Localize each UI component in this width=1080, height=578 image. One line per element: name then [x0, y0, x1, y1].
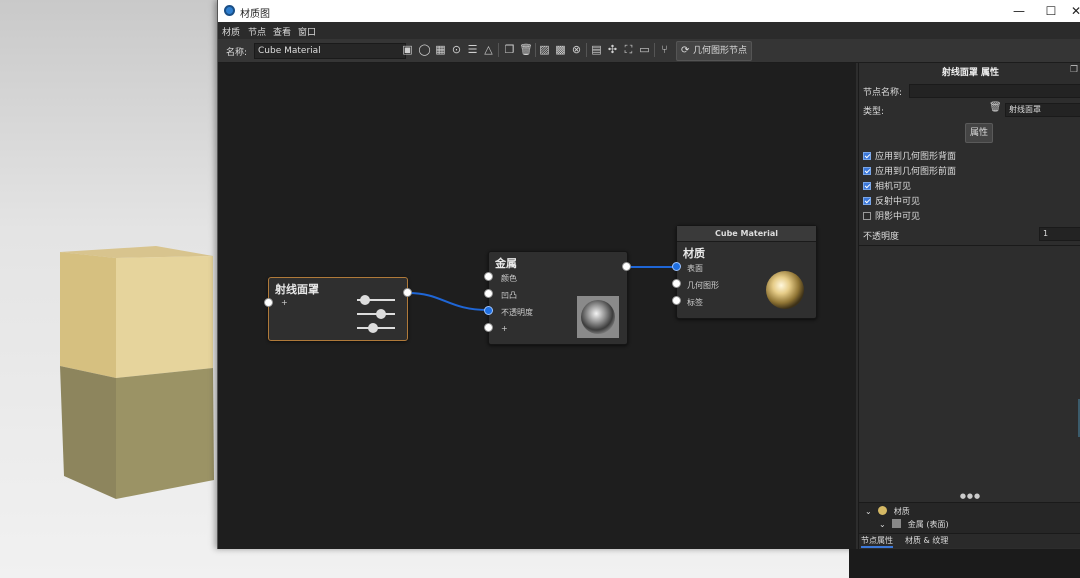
- node-title: 射线面罩: [275, 283, 319, 296]
- sliders-icon: [357, 295, 395, 333]
- port-label: +: [281, 298, 288, 307]
- metal-port-color[interactable]: [484, 272, 493, 281]
- sphere-preview-icon[interactable]: ◯: [418, 43, 431, 56]
- ray-switch-node[interactable]: 射线面罩 +: [268, 277, 408, 341]
- tree-item-material[interactable]: ⌄ 材质: [865, 506, 910, 517]
- minimize-button[interactable]: —: [1005, 2, 1033, 20]
- checkbox-back-faces[interactable]: 应用到几何图形背面: [863, 149, 956, 163]
- checkbox-icon: [863, 167, 871, 175]
- menu-material[interactable]: 材质: [222, 25, 240, 38]
- center-icon[interactable]: ✣: [606, 43, 619, 56]
- type-field[interactable]: 射线面罩: [1005, 103, 1080, 117]
- sliders-icon[interactable]: ☰: [466, 43, 479, 56]
- tab-material-textures[interactable]: 材质 & 纹理: [905, 535, 948, 546]
- checkbox-camera-visible[interactable]: 相机可见: [863, 179, 911, 193]
- port-surface-label: 表面: [687, 264, 703, 273]
- port-bump-label: 凹凸: [501, 291, 517, 300]
- image-icon[interactable]: ▭: [638, 43, 651, 56]
- node-title: 金属: [495, 257, 517, 270]
- warning-icon[interactable]: △: [482, 43, 495, 56]
- node-name-label: 节点名称:: [863, 88, 903, 98]
- menu-node[interactable]: 节点: [248, 25, 266, 38]
- port-opacity-label: 不透明度: [501, 308, 533, 317]
- checker-icon[interactable]: ▦: [434, 43, 447, 56]
- shader-ball-icon[interactable]: ⊗: [570, 43, 583, 56]
- port-label-label: 标签: [687, 298, 703, 307]
- cube-material-node[interactable]: Cube Material 材质 表面 几何图形 标签: [676, 225, 817, 319]
- delete-node-icon[interactable]: ▨: [538, 43, 551, 56]
- node-header: Cube Material: [677, 226, 816, 242]
- opacity-field[interactable]: 1: [1039, 227, 1080, 241]
- metal-thumb-icon: [892, 519, 902, 528]
- geometry-node-button[interactable]: ⟳ 几何图形节点: [676, 41, 752, 61]
- checkbox-front-faces[interactable]: 应用到几何图形前面: [863, 164, 956, 178]
- save-icon[interactable]: ▣: [401, 43, 414, 56]
- material-port-label[interactable]: [672, 296, 681, 305]
- material-name-input[interactable]: [254, 43, 406, 59]
- node-name-field[interactable]: [909, 84, 1080, 98]
- material-graph-window: 材质图 — ☐ ✕ 材质 节点 查看 窗口 名称: ▣ ◯ ▦ ⊙ ☰ △ ❐ …: [217, 0, 1080, 549]
- checkbox-reflection-visible[interactable]: 反射中可见: [863, 194, 920, 208]
- checkbox-icon: [863, 152, 871, 160]
- tab-node-properties[interactable]: 节点属性: [861, 535, 893, 548]
- ray-switch-output-port[interactable]: [403, 288, 412, 297]
- more-options-icon[interactable]: ●●●: [859, 492, 1080, 500]
- node-group-icon[interactable]: ▩: [554, 43, 567, 56]
- properties-panel: 射线面罩 属性 ❐ 节点名称: 类型: 🗑 射线面罩 属性 应用到几何图形背面 …: [858, 63, 1080, 549]
- port-geometry-label: 几何图形: [687, 281, 719, 290]
- play-icon[interactable]: ⊙: [450, 43, 463, 56]
- menu-window[interactable]: 窗口: [298, 25, 316, 38]
- checkbox-icon: [863, 182, 871, 190]
- material-tree: ⌄ 材质 ⌄ 金属 (表面): [859, 502, 1080, 533]
- layout-icon[interactable]: ▤: [590, 43, 603, 56]
- material-port-geometry[interactable]: [672, 279, 681, 288]
- type-label: 类型:: [863, 107, 885, 117]
- app-icon: [224, 5, 235, 16]
- metal-port-opacity[interactable]: [484, 306, 493, 315]
- trash-icon[interactable]: 🗑: [519, 43, 533, 56]
- port-add-label: +: [501, 324, 508, 333]
- menu-bar: 材质 节点 查看 窗口: [218, 22, 1080, 39]
- node-graph-canvas[interactable]: 射线面罩 + 金属 颜色 凹凸 不透明度 + Cube Material 材质 …: [218, 63, 856, 549]
- checkbox-shadow-visible[interactable]: 阴影中可见: [863, 209, 920, 223]
- properties-button[interactable]: 属性: [965, 123, 993, 143]
- connect-icon[interactable]: ⑂: [658, 43, 671, 56]
- gold-ball-icon: [878, 506, 888, 515]
- refresh-icon: ⟳: [681, 45, 690, 56]
- window-title: 材质图: [240, 9, 270, 20]
- port-color-label: 颜色: [501, 274, 517, 283]
- node-title: 材质: [683, 247, 705, 260]
- checkbox-icon: [863, 197, 871, 205]
- metal-port-bump[interactable]: [484, 289, 493, 298]
- toolbar: 名称: ▣ ◯ ▦ ⊙ ☰ △ ❐ 🗑 ▨ ▩ ⊗ ▤ ✣ ⛶ ▭ ⑂ ⟳几何图…: [218, 39, 1080, 63]
- chevron-down-icon: ⌄: [879, 520, 886, 529]
- metal-port-add[interactable]: [484, 323, 493, 332]
- menu-view[interactable]: 查看: [273, 25, 291, 38]
- cube-object[interactable]: [56, 244, 216, 499]
- ray-switch-input-port[interactable]: [264, 298, 273, 307]
- close-button[interactable]: ✕: [1069, 2, 1080, 20]
- panel-title: 射线面罩 属性: [941, 68, 1000, 78]
- trash-icon[interactable]: 🗑: [989, 102, 1002, 113]
- metal-output-port[interactable]: [622, 262, 631, 271]
- panel-tabs: 节点属性 材质 & 纹理: [859, 533, 1080, 548]
- frame-all-icon[interactable]: ⛶: [622, 43, 635, 56]
- dock-area: [849, 549, 1080, 578]
- metal-node[interactable]: 金属 颜色 凹凸 不透明度 +: [488, 251, 628, 345]
- title-bar: 材质图 — ☐ ✕: [218, 0, 1080, 22]
- gold-sphere-preview: [766, 271, 804, 309]
- opacity-label: 不透明度: [863, 232, 900, 242]
- float-panel-icon[interactable]: ❐: [1070, 65, 1078, 75]
- metal-preview-thumbnail: [577, 296, 619, 338]
- material-port-surface[interactable]: [672, 262, 681, 271]
- copy-icon[interactable]: ❐: [503, 43, 516, 56]
- chevron-down-icon: ⌄: [865, 507, 872, 516]
- maximize-button[interactable]: ☐: [1037, 2, 1065, 20]
- tree-item-metal[interactable]: ⌄ 金属 (表面): [879, 519, 949, 530]
- name-label: 名称:: [226, 48, 248, 58]
- checkbox-icon: [863, 212, 871, 220]
